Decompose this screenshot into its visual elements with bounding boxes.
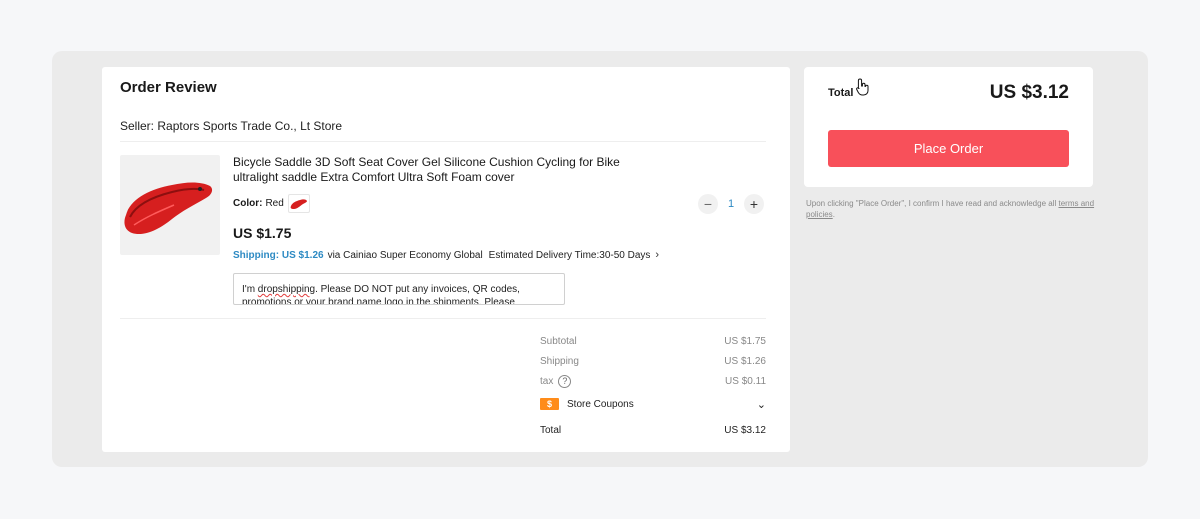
red-bike-saddle-icon xyxy=(124,182,213,235)
note-text-misspelled: dropshipping xyxy=(257,284,316,295)
summary-label: Shipping xyxy=(540,355,579,367)
store-coupons-row[interactable]: $ Store Coupons ⌄ xyxy=(540,391,766,417)
store-coupons-label-group: $ Store Coupons xyxy=(540,398,634,410)
product-name[interactable]: Bicycle Saddle 3D Soft Seat Cover Gel Si… xyxy=(233,155,653,185)
checkout-total-value: US $3.12 xyxy=(989,82,1069,103)
question-circle-icon[interactable]: ? xyxy=(558,374,572,388)
summary-value: US $0.11 xyxy=(725,375,766,387)
summary-row-shipping: Shipping US $1.26 xyxy=(540,351,766,371)
product-price: US $1.75 xyxy=(233,225,292,241)
chevron-down-icon[interactable]: ⌄ xyxy=(757,398,766,411)
divider xyxy=(120,318,766,319)
order-review-panel: Order Review Seller: Raptors Sports Trad… xyxy=(102,67,790,452)
hand-pointer-icon xyxy=(856,78,869,96)
color-label: Color: xyxy=(233,198,263,209)
summary-label: tax xyxy=(540,375,554,387)
summary-value: US $1.26 xyxy=(724,355,766,367)
summary-value: US $3.12 xyxy=(724,424,766,436)
order-review-title: Order Review xyxy=(120,79,217,96)
place-order-button[interactable]: Place Order xyxy=(828,130,1069,167)
color-value: Red xyxy=(265,198,284,209)
summary-row-tax: tax ? US $0.11 xyxy=(540,371,766,391)
checkout-card: Total US $3.12 Place Order xyxy=(804,67,1093,187)
shipping-info: Shipping: US $1.26 via Cainiao Super Eco… xyxy=(233,249,659,261)
summary-label: Subtotal xyxy=(540,335,577,347)
tax-label-group: tax ? xyxy=(540,374,572,388)
color-swatch xyxy=(287,194,310,213)
order-summary: Subtotal US $1.75 Shipping US $1.26 tax … xyxy=(540,331,766,443)
plus-icon[interactable]: + xyxy=(744,194,764,214)
summary-value: US $1.75 xyxy=(724,335,766,347)
checkout-total-label: Total xyxy=(828,87,854,99)
shipping-cost-link[interactable]: Shipping: US $1.26 xyxy=(233,250,324,261)
disclaimer-text: . xyxy=(832,210,835,219)
summary-row-subtotal: Subtotal US $1.75 xyxy=(540,331,766,351)
seller-note-field[interactable]: I'm dropshipping. Please DO NOT put any … xyxy=(233,273,565,305)
product-color: Color: Red xyxy=(233,194,310,213)
red-bike-saddle-icon xyxy=(290,198,307,209)
summary-row-total: Total US $3.12 xyxy=(540,417,766,443)
product-thumbnail[interactable] xyxy=(120,155,220,255)
delivery-estimate[interactable]: Estimated Delivery Time:30-50 Days xyxy=(489,250,651,261)
note-text: I'm xyxy=(242,284,258,295)
place-order-label: Place Order xyxy=(913,141,984,156)
divider xyxy=(120,141,766,142)
coupon-badge-icon: $ xyxy=(540,398,559,410)
quantity-value[interactable]: 1 xyxy=(718,198,744,210)
disclaimer-text: Upon clicking "Place Order", I confirm I… xyxy=(806,199,1057,208)
minus-icon[interactable]: − xyxy=(698,194,718,214)
quantity-stepper: − 1 + xyxy=(698,194,764,214)
chevron-right-icon[interactable]: › xyxy=(655,249,659,261)
shipping-method: via Cainiao Super Economy Global xyxy=(327,249,483,261)
order-disclaimer: Upon clicking "Place Order", I confirm I… xyxy=(806,198,1096,220)
seller-name[interactable]: Seller: Raptors Sports Trade Co., Lt Sto… xyxy=(120,119,342,133)
store-coupons-label: Store Coupons xyxy=(567,398,634,410)
summary-label: Total xyxy=(540,424,562,436)
